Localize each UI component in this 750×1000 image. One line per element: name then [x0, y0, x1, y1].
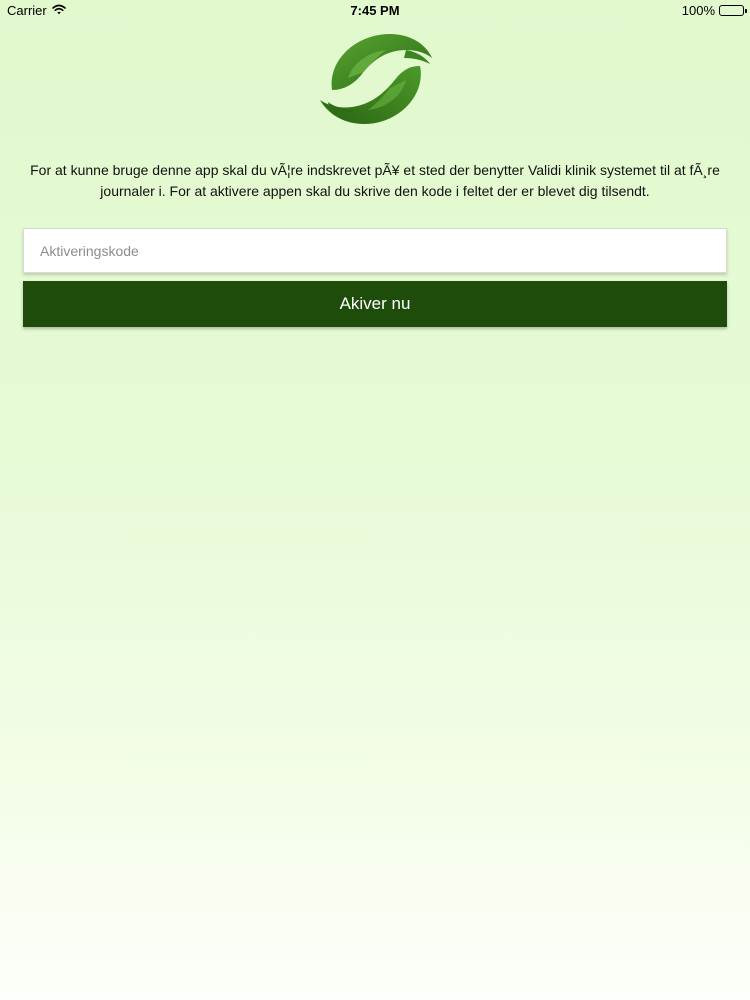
status-time: 7:45 PM [350, 3, 400, 18]
instructions-text: For at kunne bruge denne app skal du vÃ¦… [30, 162, 720, 199]
status-bar: Carrier 7:45 PM 100% [0, 0, 750, 22]
battery-percent: 100% [681, 3, 715, 18]
hands-leaf-logo [318, 28, 434, 128]
status-right: 100% [681, 3, 747, 18]
activation-code-input[interactable] [23, 228, 727, 273]
battery-tip [745, 9, 747, 13]
battery-icon [719, 5, 747, 16]
activate-button[interactable]: Akiver nu [23, 281, 727, 327]
